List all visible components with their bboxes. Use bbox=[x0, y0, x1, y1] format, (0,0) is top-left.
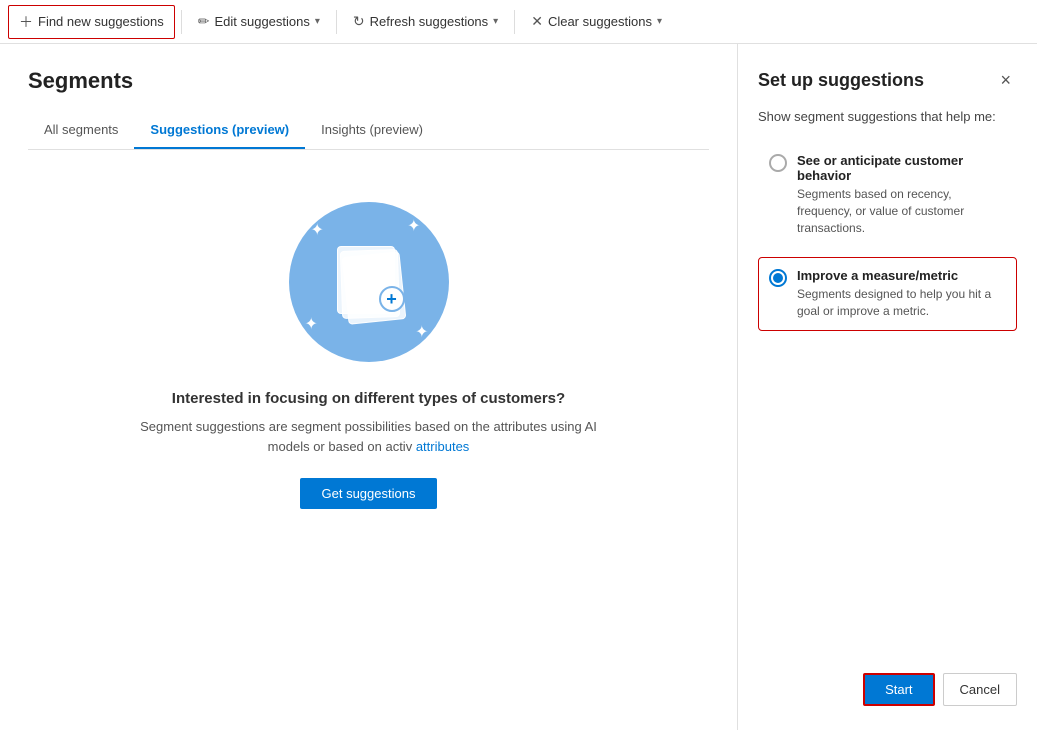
panel-title: Set up suggestions bbox=[758, 70, 924, 91]
sparkle-tl-icon: ✦ bbox=[311, 220, 324, 240]
refresh-suggestions-button[interactable]: ↻ Refresh suggestions ▾ bbox=[343, 7, 508, 36]
cancel-button[interactable]: Cancel bbox=[943, 673, 1017, 706]
tab-all-segments[interactable]: All segments bbox=[28, 112, 134, 149]
separator bbox=[181, 10, 182, 34]
start-button[interactable]: Start bbox=[863, 673, 934, 706]
edit-suggestions-button[interactable]: ✏ Edit suggestions ▾ bbox=[188, 7, 330, 36]
right-panel: Set up suggestions × Show segment sugges… bbox=[737, 44, 1037, 730]
main-layout: Segments All segments Suggestions (previ… bbox=[0, 44, 1037, 730]
illustration-link[interactable]: attributes bbox=[416, 439, 469, 454]
radio-label-2: Improve a measure/metric bbox=[797, 268, 1006, 283]
edit-chevron-icon: ▾ bbox=[315, 16, 320, 27]
sparkle-bl-icon: ✦ bbox=[305, 314, 318, 334]
tabs-bar: All segments Suggestions (preview) Insig… bbox=[28, 112, 709, 150]
find-new-suggestions-button[interactable]: ＋ Find new suggestions bbox=[8, 5, 175, 39]
refresh-suggestions-label: Refresh suggestions bbox=[370, 14, 489, 29]
find-suggestions-label: Find new suggestions bbox=[38, 14, 164, 29]
close-icon: ✕ bbox=[531, 13, 543, 30]
panel-close-button[interactable]: × bbox=[994, 68, 1017, 93]
separator3 bbox=[514, 10, 515, 34]
tab-suggestions-preview[interactable]: Suggestions (preview) bbox=[134, 112, 305, 149]
refresh-icon: ↻ bbox=[353, 13, 365, 30]
radio-desc-2: Segments designed to help you hit a goal… bbox=[797, 286, 1006, 320]
illustration-desc: Segment suggestions are segment possibil… bbox=[129, 417, 609, 456]
get-suggestions-button[interactable]: Get suggestions bbox=[300, 478, 438, 509]
clear-suggestions-label: Clear suggestions bbox=[548, 14, 652, 29]
plus-badge: + bbox=[379, 286, 405, 312]
plus-icon: ＋ bbox=[19, 12, 33, 32]
panel-header: Set up suggestions × bbox=[758, 68, 1017, 93]
clear-chevron-icon: ▾ bbox=[657, 16, 662, 27]
clear-suggestions-button[interactable]: ✕ Clear suggestions ▾ bbox=[521, 7, 672, 36]
toolbar: ＋ Find new suggestions ✏ Edit suggestion… bbox=[0, 0, 1037, 44]
sparkle-br-icon: ✦ bbox=[415, 322, 428, 342]
radio-circle-1 bbox=[769, 154, 787, 172]
radio-circle-2 bbox=[769, 269, 787, 287]
radio-label-1: See or anticipate customer behavior bbox=[797, 153, 1006, 183]
separator2 bbox=[336, 10, 337, 34]
panel-subtitle: Show segment suggestions that help me: bbox=[758, 109, 1017, 124]
panel-footer: Start Cancel bbox=[758, 657, 1017, 706]
edit-icon: ✏ bbox=[198, 13, 210, 30]
page-title: Segments bbox=[28, 68, 709, 94]
sparkle-tr-icon: ✦ bbox=[407, 216, 420, 236]
illustration-area: ✦ ✦ ✦ ✦ + Interested in focusing on diff… bbox=[28, 182, 709, 549]
left-content: Segments All segments Suggestions (previ… bbox=[0, 44, 737, 730]
radio-text-2: Improve a measure/metric Segments design… bbox=[797, 268, 1006, 320]
edit-suggestions-label: Edit suggestions bbox=[214, 14, 309, 29]
circle-illustration: ✦ ✦ ✦ ✦ + bbox=[289, 202, 449, 362]
illustration-title: Interested in focusing on different type… bbox=[172, 390, 565, 407]
radio-option-customer-behavior[interactable]: See or anticipate customer behavior Segm… bbox=[758, 142, 1017, 247]
pages-stack: + bbox=[333, 246, 405, 318]
radio-option-improve-metric[interactable]: Improve a measure/metric Segments design… bbox=[758, 257, 1017, 331]
refresh-chevron-icon: ▾ bbox=[493, 16, 498, 27]
radio-text-1: See or anticipate customer behavior Segm… bbox=[797, 153, 1006, 236]
tab-insights-preview[interactable]: Insights (preview) bbox=[305, 112, 439, 149]
radio-desc-1: Segments based on recency, frequency, or… bbox=[797, 186, 1006, 236]
